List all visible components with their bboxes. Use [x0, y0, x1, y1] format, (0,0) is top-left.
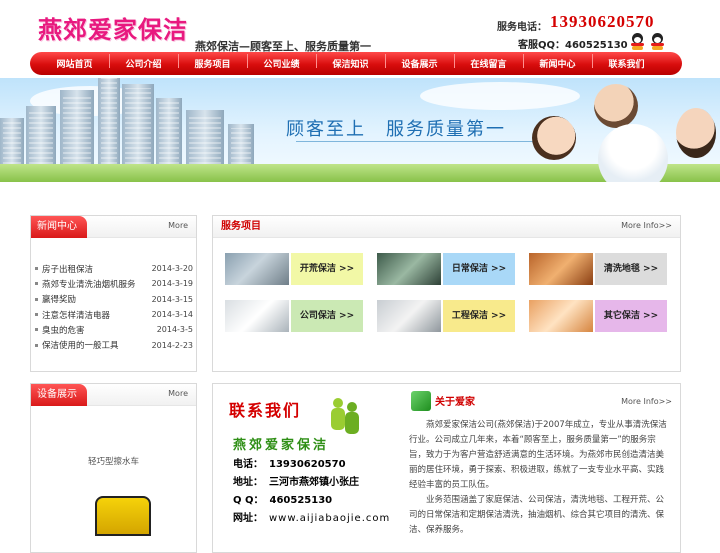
nav-devices[interactable]: 设备展示	[385, 54, 454, 70]
service-photo	[529, 300, 593, 332]
building-image	[0, 118, 24, 168]
qq-contact: 客服QQ：460525130	[518, 40, 628, 51]
woman-photo	[532, 116, 576, 160]
list-item[interactable]: 注意怎样清洁电器 2014-3-14	[35, 307, 193, 322]
news-panel-header: 新闻中心 More	[31, 216, 196, 238]
list-item[interactable]: 房子出租保洁 2014-3-20	[35, 261, 193, 276]
contact-company: 燕郊爱家保洁	[233, 438, 330, 453]
hero-banner: 顾客至上 服务质量第一	[0, 78, 720, 182]
about-icon	[411, 391, 431, 411]
about-more-link[interactable]: More Info>>	[621, 397, 672, 406]
people-icon	[331, 398, 361, 434]
bullet-icon	[35, 282, 38, 286]
contact-qq: Q Q： 460525130	[233, 495, 333, 506]
devices-panel-header: 设备展示 More	[31, 384, 196, 406]
site-logo[interactable]: 燕郊爱家保洁	[38, 10, 188, 45]
bullet-icon	[35, 297, 38, 301]
building-image	[98, 78, 120, 168]
services-row: 公司保洁 >> 工程保洁 >> 其它保洁 >>	[225, 300, 667, 332]
qq-penguin-icon[interactable]	[630, 33, 645, 50]
service-photo	[377, 253, 441, 285]
building-image	[60, 90, 94, 168]
banner-slogan: 顾客至上 服务质量第一	[286, 119, 506, 140]
main-nav: 网站首页 公司介绍 服务项目 公司业绩 保洁知识 设备展示 在线留言 新闻中心 …	[30, 52, 682, 75]
service-carpet[interactable]: 清洗地毯 >>	[529, 253, 667, 285]
nav-cases[interactable]: 公司业绩	[247, 54, 316, 70]
building-image	[122, 84, 154, 168]
service-photo	[377, 300, 441, 332]
services-panel-header: 服务项目 More Info>>	[213, 216, 680, 238]
nav-contact[interactable]: 联系我们	[592, 54, 661, 70]
nav-knowledge[interactable]: 保洁知识	[316, 54, 385, 70]
child-photo	[676, 108, 716, 158]
qq-penguin-icon[interactable]	[650, 33, 665, 50]
cloud-decoration	[420, 82, 580, 110]
contact-address: 地址： 三河市燕郊镇小张庄	[233, 477, 359, 488]
service-kaihuang[interactable]: 开荒保洁 >>	[225, 253, 363, 285]
building-image	[228, 124, 254, 168]
man-photo	[594, 84, 638, 128]
devices-panel: 设备展示 More 轻巧型擦水车	[30, 383, 197, 553]
building-image	[156, 98, 182, 168]
device-caption: 轻巧型擦水车	[87, 457, 139, 467]
cleaning-machine-image[interactable]	[95, 496, 151, 536]
list-item[interactable]: 臭虫的危害 2014-3-5	[35, 322, 193, 337]
building-image	[26, 106, 56, 168]
bullet-icon	[35, 313, 38, 317]
phone-label: 服务电话：	[497, 22, 547, 33]
service-photo	[225, 253, 289, 285]
contact-title: 联系我们	[229, 401, 302, 420]
news-more-link[interactable]: More	[168, 221, 188, 230]
news-panel-title: 新闻中心	[31, 216, 87, 238]
service-photo	[225, 300, 289, 332]
nav-news[interactable]: 新闻中心	[523, 54, 592, 70]
service-project[interactable]: 工程保洁 >>	[377, 300, 515, 332]
news-list: 房子出租保洁 2014-3-20 燕郊专业清洗油烟机服务 2014-3-19 赢得奖…	[35, 261, 193, 353]
devices-panel-title: 设备展示	[31, 384, 87, 406]
services-row: 开荒保洁 >> 日常保洁 >> 清洗地毯 >>	[225, 253, 667, 285]
service-daily[interactable]: 日常保洁 >>	[377, 253, 515, 285]
about-paragraph: 燕郊爱家保洁公司(燕郊保洁)于2007年成立，专业从事清洗保洁行业。公司成立几年…	[409, 420, 667, 490]
services-more-link[interactable]: More Info>>	[621, 221, 672, 230]
service-photo	[529, 253, 593, 285]
nav-services[interactable]: 服务项目	[178, 54, 247, 70]
man-shirt-photo	[598, 124, 668, 182]
bullet-icon	[35, 328, 38, 332]
list-item[interactable]: 燕郊专业清洗油烟机服务 2014-3-19	[35, 276, 193, 291]
nav-about[interactable]: 公司介绍	[109, 54, 178, 70]
banner-divider	[296, 141, 546, 142]
list-item[interactable]: 保洁使用的一般工具 2014-2-23	[35, 337, 193, 352]
nav-guestbook[interactable]: 在线留言	[454, 54, 523, 70]
about-title: 关于爱家	[435, 397, 475, 408]
services-panel: 服务项目 More Info>> 开荒保洁 >> 日常保洁 >> 清洗地毯 >>…	[212, 215, 681, 372]
list-item[interactable]: 赢得奖励 2014-3-15	[35, 292, 193, 307]
service-other[interactable]: 其它保洁 >>	[529, 300, 667, 332]
services-panel-title: 服务项目	[221, 221, 261, 232]
nav-home[interactable]: 网站首页	[40, 57, 109, 70]
bullet-icon	[35, 267, 38, 271]
bullet-icon	[35, 343, 38, 347]
devices-more-link[interactable]: More	[168, 389, 188, 398]
contact-phone: 电话： 13930620570	[233, 459, 346, 470]
building-image	[186, 110, 224, 168]
contact-website[interactable]: 网址： www.aijiabaojie.com	[233, 509, 390, 524]
contact-about-panel: 联系我们 燕郊爱家保洁 电话： 13930620570 地址： 三河市燕郊镇小张庄 …	[212, 383, 681, 553]
service-phone: 13930620570	[550, 12, 655, 31]
service-company[interactable]: 公司保洁 >>	[225, 300, 363, 332]
news-panel: 新闻中心 More 房子出租保洁 2014-3-20 燕郊专业清洗油烟机服务 201…	[30, 215, 197, 372]
about-paragraph: 业务范围涵盖了家庭保洁、公司保洁，清洗地毯、工程开荒、公司的日常保洁和定期保洁清…	[409, 495, 665, 535]
